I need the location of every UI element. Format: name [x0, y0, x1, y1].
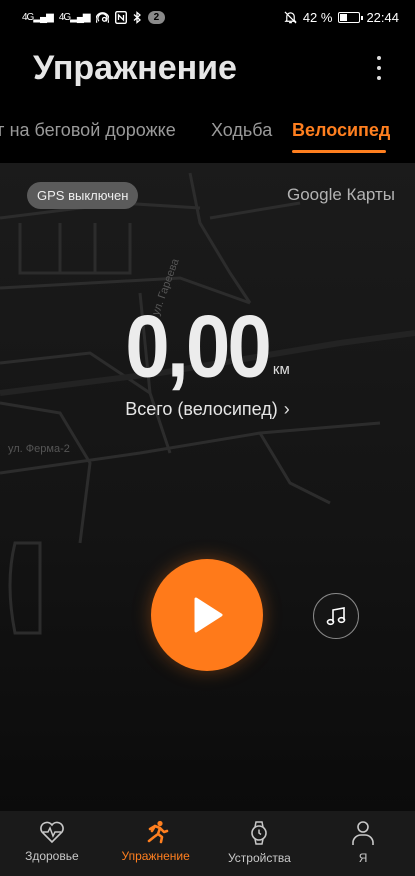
nav-devices[interactable]: Устройства — [208, 811, 312, 876]
play-icon — [194, 597, 223, 633]
bottom-navigation: Здоровье Упражнение Устройства Я — [0, 811, 415, 876]
signal-icon: 4G▂▄▆ — [22, 11, 54, 23]
total-cycling-label: Всего (велосипед) — [125, 399, 278, 419]
hotspot-icon — [95, 11, 109, 23]
battery-percent: 42 % — [302, 9, 333, 25]
nav-devices-label: Устройства — [227, 851, 291, 865]
nav-health[interactable]: Здоровье — [0, 811, 104, 876]
tab-treadmill[interactable]: г на беговой дорожке — [0, 120, 176, 141]
heart-pulse-icon — [39, 821, 64, 844]
bluetooth-icon — [133, 10, 141, 24]
clock: 22:44 — [366, 9, 399, 25]
music-note-icon — [326, 607, 346, 626]
status-left: 4G▂▄▆ 4G▂▄▆ 2 — [22, 10, 166, 24]
distance-value: 0,00 — [125, 297, 272, 396]
distance-unit: км — [272, 361, 290, 378]
runner-icon — [147, 820, 168, 844]
active-tab-indicator — [292, 150, 386, 153]
music-button[interactable] — [313, 593, 359, 639]
nav-exercise-label: Упражнение — [121, 849, 190, 863]
workout-type-tabs: г на беговой дорожке Ходьба Велосипед — [0, 110, 415, 156]
header: Упражнение — [0, 40, 415, 98]
nav-me[interactable]: Я — [311, 811, 415, 876]
map-provider-label[interactable]: Google Карты — [287, 185, 395, 205]
notification-count-badge: 2 — [147, 10, 166, 24]
map-area[interactable]: GPS выключен Google Карты ул. Гареева ул… — [0, 163, 415, 811]
signal-label-2: 4G — [58, 11, 71, 23]
nav-health-label: Здоровье — [25, 849, 79, 863]
signal-label: 4G — [22, 11, 34, 23]
person-icon — [352, 821, 374, 845]
nav-exercise[interactable]: Упражнение — [104, 811, 208, 876]
signal-icon-2: 4G▂▄▆ — [58, 11, 91, 23]
map-streets — [0, 172, 415, 635]
street-label: ул. Ферма-2 — [8, 443, 70, 455]
status-bar: 4G▂▄▆ 4G▂▄▆ 2 42 % 22:44 — [0, 0, 415, 34]
watch-icon — [251, 821, 268, 845]
page-title: Упражнение — [33, 49, 237, 87]
start-workout-button[interactable] — [151, 559, 263, 671]
gps-status-badge: GPS выключен — [27, 182, 139, 209]
mute-bell-icon — [284, 11, 297, 23]
more-dot — [377, 76, 381, 80]
battery-icon — [338, 11, 364, 23]
nav-me-label: Я — [358, 851, 368, 865]
more-options-button[interactable] — [371, 52, 387, 84]
chevron-right-icon: › — [283, 399, 290, 419]
tab-walking[interactable]: Ходьба — [211, 120, 272, 141]
status-right: 42 % 22:44 — [284, 10, 399, 25]
more-dot — [377, 56, 381, 60]
nfc-icon — [114, 10, 127, 24]
more-dot — [377, 66, 381, 70]
distance-display: 0,00 км — [0, 298, 415, 396]
total-cycling-link[interactable]: Всего (велосипед) › — [0, 399, 415, 420]
tab-cycling[interactable]: Велосипед — [292, 120, 390, 141]
battery-fill — [340, 13, 348, 21]
